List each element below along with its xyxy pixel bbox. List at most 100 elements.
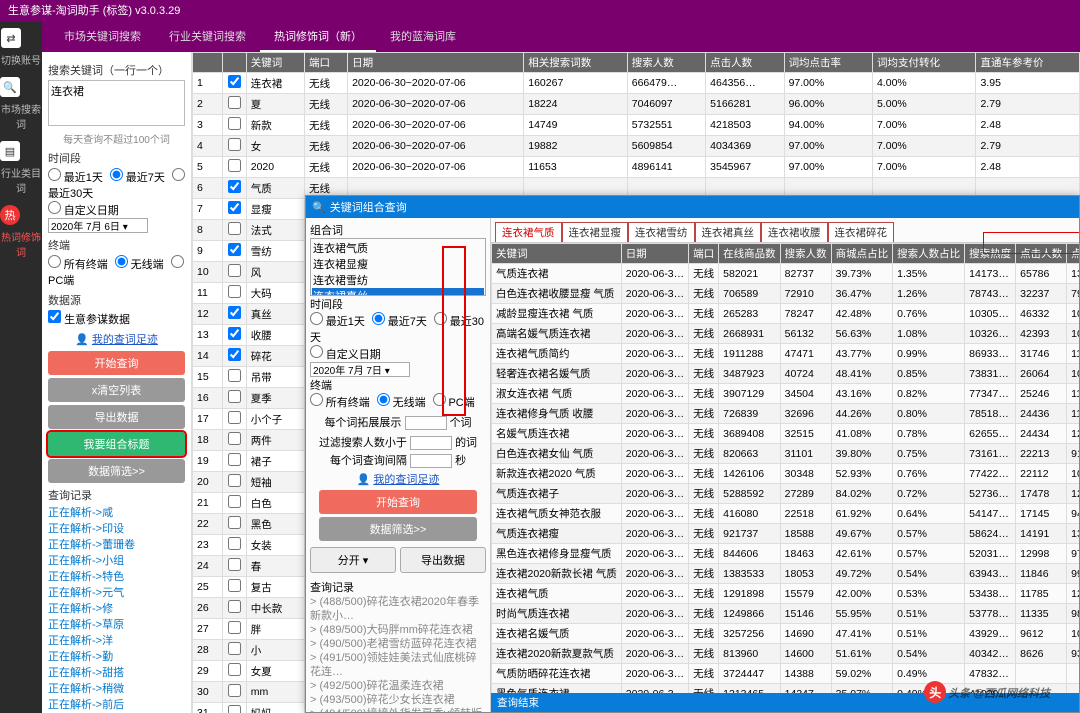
opt-custom-date[interactable]: 自定义日期 xyxy=(48,206,119,217)
p-opt-wireless[interactable]: 无线端 xyxy=(377,398,426,409)
table-row[interactable]: 4女无线2020-06-30~2020-07-06198825609854403… xyxy=(193,136,1080,157)
rt-row[interactable]: 气质连衣裙瘦2020-06-3…无线9217371858849.67%0.57%… xyxy=(492,524,1080,544)
row-checkbox[interactable] xyxy=(228,579,241,592)
rt-col-header[interactable]: 搜索人数 xyxy=(780,244,831,264)
rt-row[interactable]: 黑色气质连衣裙2020-06-3…无线12134651434735.07%0.4… xyxy=(492,684,1080,694)
row-checkbox[interactable] xyxy=(228,306,241,319)
col-header[interactable]: 相关搜索词数 xyxy=(524,53,628,73)
rt-row[interactable]: 连衣裙2020新款夏款气质2020-06-3…无线8139601460051.6… xyxy=(492,644,1080,664)
rt-row[interactable]: 连衣裙气质女神范衣服2020-06-3…无线4160802251861.92%0… xyxy=(492,504,1080,524)
rt-row[interactable]: 气质连衣裙2020-06-3…无线5820218273739.73%1.35%1… xyxy=(492,264,1080,284)
col-header[interactable] xyxy=(193,53,223,73)
col-header[interactable]: 直通车参考价 xyxy=(976,53,1080,73)
opt-7day[interactable]: 最近7天 xyxy=(110,173,165,184)
rt-row[interactable]: 连衣裙气质简约2020-06-3…无线19112884747143.77%0.9… xyxy=(492,344,1080,364)
nav-category[interactable]: ▤行业类目词 xyxy=(0,141,42,205)
rt-col-header[interactable]: 点击人数 xyxy=(1016,244,1067,264)
row-checkbox[interactable] xyxy=(228,558,241,571)
row-checkbox[interactable] xyxy=(228,705,241,713)
rt-row[interactable]: 气质防晒碎花连衣裙2020-06-3…无线37244471438859.02%0… xyxy=(492,664,1080,684)
interval-input[interactable] xyxy=(410,454,452,468)
word-tab[interactable]: 连衣裙碎花 xyxy=(828,222,895,242)
expand-count-input[interactable] xyxy=(405,416,447,430)
col-header[interactable]: 日期 xyxy=(348,53,524,73)
row-checkbox[interactable] xyxy=(228,684,241,697)
rt-row[interactable]: 连衣裙名媛气质2020-06-3…无线32572561469047.41%0.5… xyxy=(492,624,1080,644)
rt-row[interactable]: 新款连衣裙2020 气质2020-06-3…无线14261063034852.9… xyxy=(492,464,1080,484)
group-item[interactable]: 连衣裙真丝 xyxy=(312,288,484,296)
word-tab[interactable]: 连衣裙收腰 xyxy=(761,222,828,242)
rt-col-header[interactable]: 关键词 xyxy=(492,244,622,264)
row-checkbox[interactable] xyxy=(228,264,241,277)
row-checkbox[interactable] xyxy=(228,621,241,634)
keyword-input[interactable]: 连衣裙 xyxy=(48,80,185,126)
nav-switch-account[interactable]: ⇄切换账号 xyxy=(1,28,41,77)
p-date-input[interactable] xyxy=(310,362,410,377)
rt-col-header[interactable]: 端口 xyxy=(689,244,719,264)
opt-wireless[interactable]: 无线端 xyxy=(115,260,164,271)
combine-title-button[interactable]: 我要组合标题 xyxy=(48,432,185,456)
row-checkbox[interactable] xyxy=(228,201,241,214)
rt-row[interactable]: 连衣裙2020新款长裙 气质2020-06-3…无线13835331805349… xyxy=(492,564,1080,584)
row-checkbox[interactable] xyxy=(228,390,241,403)
rt-col-header[interactable]: 搜索人数占比 xyxy=(893,244,965,264)
rt-row[interactable]: 白色连衣裙收腰显瘦 气质2020-06-3…无线7065897291036.47… xyxy=(492,284,1080,304)
row-checkbox[interactable] xyxy=(228,453,241,466)
p-opt-custom[interactable]: 自定义日期 xyxy=(310,350,381,361)
table-row[interactable]: 2夏无线2020-06-30~2020-07-06182247046097516… xyxy=(193,94,1080,115)
col-header[interactable]: 词均点击率 xyxy=(784,53,872,73)
table-row[interactable]: 3新款无线2020-06-30~2020-07-0614749573255142… xyxy=(193,115,1080,136)
p-opt-7day[interactable]: 最近7天 xyxy=(372,317,427,328)
rt-col-header[interactable]: 在线商品数 xyxy=(719,244,781,264)
col-header[interactable] xyxy=(222,53,246,73)
table-row[interactable]: 52020无线2020-06-30~2020-07-06116534896141… xyxy=(193,157,1080,178)
row-checkbox[interactable] xyxy=(228,369,241,382)
rt-row[interactable]: 时尚气质连衣裙2020-06-3…无线12498661514655.95%0.5… xyxy=(492,604,1080,624)
rt-row[interactable]: 白色连衣裙女仙 气质2020-06-3…无线8206633110139.80%0… xyxy=(492,444,1080,464)
row-checkbox[interactable] xyxy=(228,516,241,529)
row-checkbox[interactable] xyxy=(228,243,241,256)
rt-row[interactable]: 轻奢连衣裙名媛气质2020-06-3…无线34879234072448.41%0… xyxy=(492,364,1080,384)
rt-row[interactable]: 黑色连衣裙修身显瘦气质2020-06-3…无线8446061846342.61%… xyxy=(492,544,1080,564)
row-checkbox[interactable] xyxy=(228,642,241,655)
tab-market[interactable]: 市场关键词搜索 xyxy=(50,22,155,52)
rt-row[interactable]: 连衣裙修身气质 收腰2020-06-3…无线7268393269644.26%0… xyxy=(492,404,1080,424)
rt-col-header[interactable]: 点击率 xyxy=(1067,244,1079,264)
col-header[interactable]: 关键词 xyxy=(246,53,304,73)
row-checkbox[interactable] xyxy=(228,96,241,109)
row-checkbox[interactable] xyxy=(228,495,241,508)
rt-row[interactable]: 连衣裙气质2020-06-3…无线12918981557942.00%0.53%… xyxy=(492,584,1080,604)
p-export-button[interactable]: 导出数据 xyxy=(400,547,486,573)
tab-bluesea[interactable]: 我的蓝海词库 xyxy=(376,22,470,52)
group-listbox[interactable]: 连衣裙气质连衣裙显瘦连衣裙雪纺连衣裙真丝连衣裙收腰 xyxy=(310,238,486,296)
row-checkbox[interactable] xyxy=(228,117,241,130)
col-header[interactable]: 词均支付转化 xyxy=(872,53,976,73)
date-input[interactable] xyxy=(48,218,148,233)
row-checkbox[interactable] xyxy=(228,348,241,361)
p-start-button[interactable]: 开始查询 xyxy=(319,490,477,514)
tab-industry[interactable]: 行业关键词搜索 xyxy=(155,22,260,52)
clear-list-button[interactable]: x清空列表 xyxy=(48,378,185,402)
row-checkbox[interactable] xyxy=(228,327,241,340)
group-item[interactable]: 连衣裙显瘦 xyxy=(312,256,484,272)
opt-all-term[interactable]: 所有终端 xyxy=(48,260,108,271)
rt-col-header[interactable]: 搜索热度 xyxy=(965,244,1016,264)
nav-market-search[interactable]: 🔍市场搜索词 xyxy=(0,77,42,141)
rt-col-header[interactable]: 日期 xyxy=(621,244,688,264)
rt-row[interactable]: 高端名媛气质连衣裙2020-06-3…无线26689315613256.63%1… xyxy=(492,324,1080,344)
rt-col-header[interactable]: 商城点占比 xyxy=(831,244,893,264)
tab-hotword[interactable]: 热词修饰词（新） xyxy=(260,22,376,52)
my-query-link[interactable]: 我的查词足迹 xyxy=(92,331,158,347)
p-opt-pc[interactable]: PC端 xyxy=(433,398,475,409)
row-checkbox[interactable] xyxy=(228,138,241,151)
rt-row[interactable]: 气质连衣裙子2020-06-3…无线52885922728984.02%0.72… xyxy=(492,484,1080,504)
col-header[interactable]: 端口 xyxy=(304,53,347,73)
start-query-button[interactable]: 开始查询 xyxy=(48,351,185,375)
export-button[interactable]: 导出数据 xyxy=(48,405,185,429)
group-item[interactable]: 连衣裙雪纺 xyxy=(312,272,484,288)
row-checkbox[interactable] xyxy=(228,411,241,424)
row-checkbox[interactable] xyxy=(228,432,241,445)
source-checkbox[interactable]: 生意参谋数据 xyxy=(48,314,130,326)
row-checkbox[interactable] xyxy=(228,663,241,676)
split-select[interactable]: 分开 ▾ xyxy=(310,547,396,573)
